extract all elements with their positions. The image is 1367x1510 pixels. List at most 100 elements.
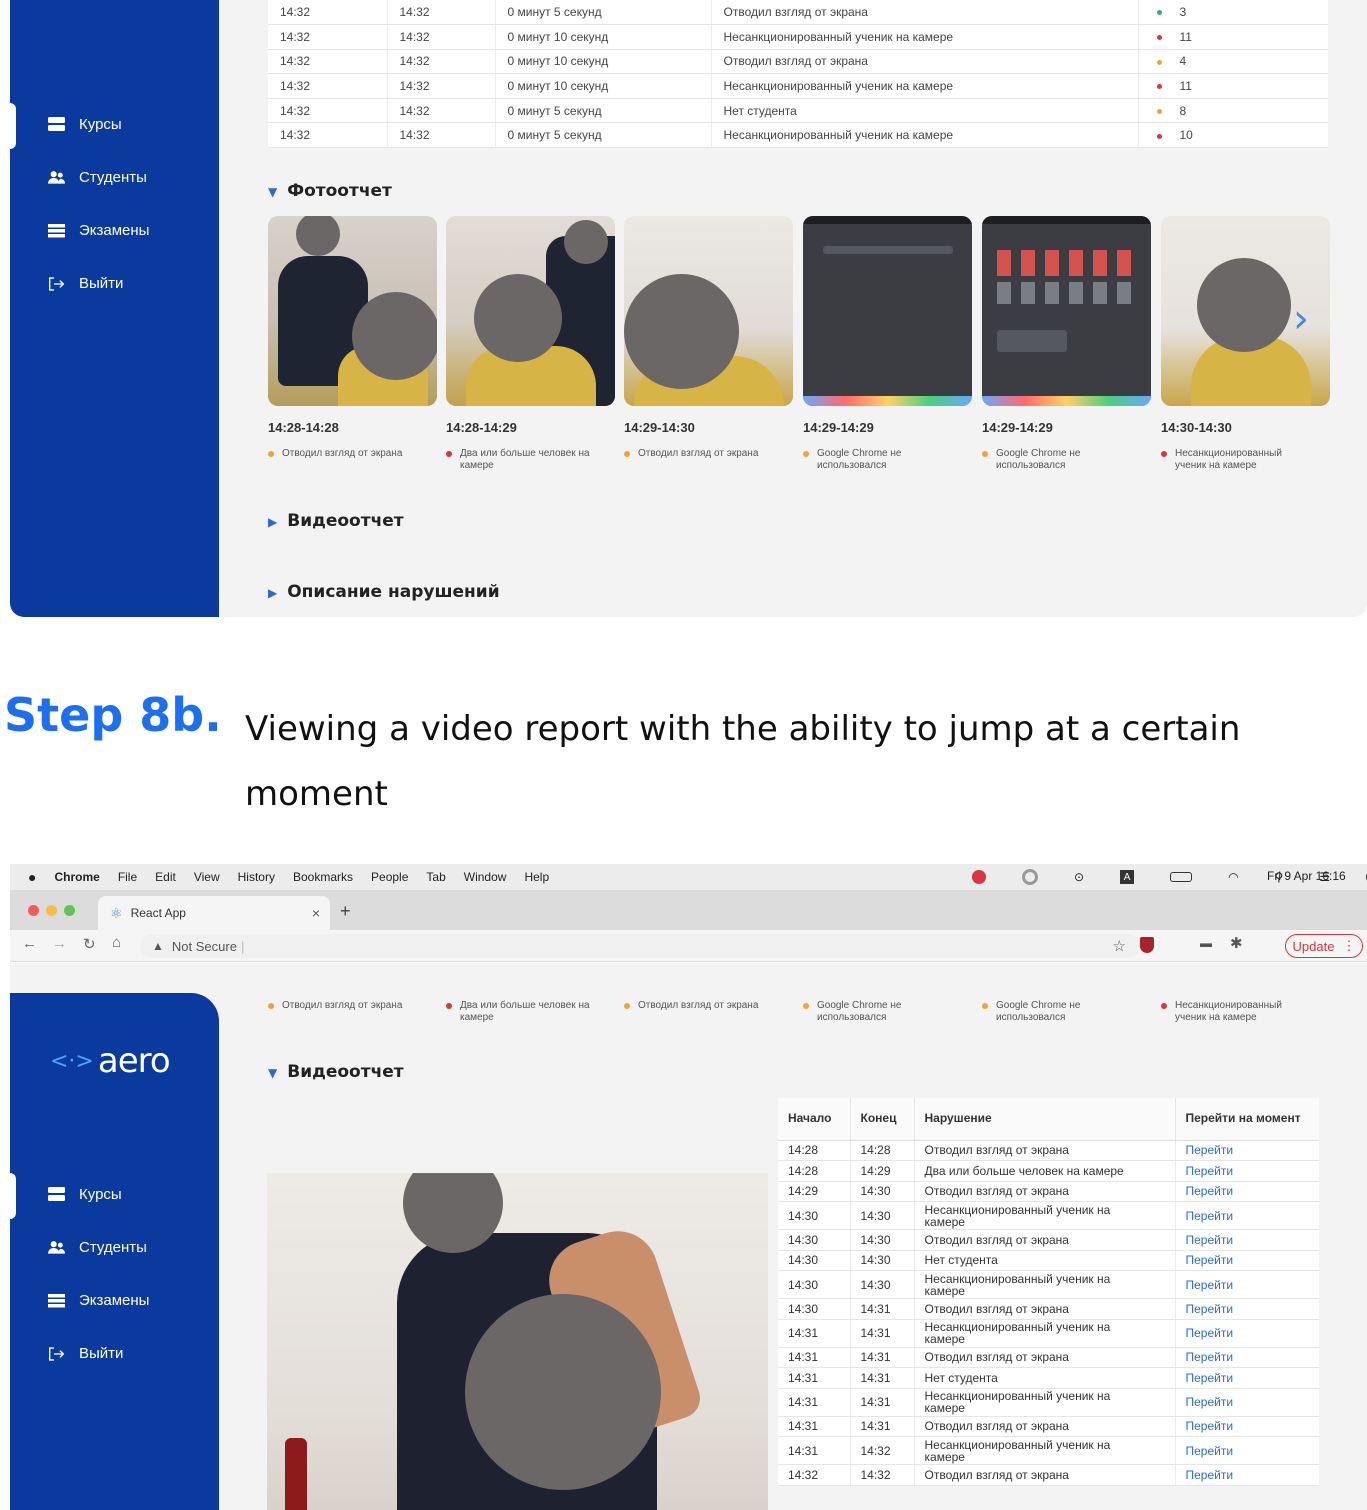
forward-icon[interactable]: → bbox=[52, 935, 67, 952]
jump-link[interactable]: Перейти bbox=[1175, 1140, 1319, 1161]
sidebar-item-students[interactable]: Студенты bbox=[10, 151, 219, 204]
back-icon[interactable]: ← bbox=[22, 935, 37, 952]
close-tab-icon[interactable]: × bbox=[312, 905, 320, 921]
menu-help[interactable]: Help bbox=[524, 870, 549, 884]
close-window-icon[interactable] bbox=[28, 905, 39, 916]
photo-violation: Отводил взгляд от экрана bbox=[268, 1000, 428, 1012]
update-button[interactable]: Update ⋮ bbox=[1285, 934, 1363, 958]
menu-chrome[interactable]: Chrome bbox=[54, 870, 99, 884]
table-row: 14:32 14:32 0 минут 5 секунд Отводил взгляд… bbox=[268, 0, 1328, 26]
photo-violation-text: Google Chrome не использовался bbox=[996, 448, 1081, 471]
menu-tab[interactable]: Tab bbox=[426, 870, 445, 884]
home-icon[interactable]: ⌂ bbox=[112, 934, 121, 951]
minimize-window-icon[interactable] bbox=[46, 905, 57, 916]
extension-icon[interactable]: ▬ bbox=[1200, 936, 1212, 950]
severity-dot-icon bbox=[446, 451, 452, 457]
jump-link[interactable]: Перейти bbox=[1175, 1181, 1319, 1202]
menu-edit[interactable]: Edit bbox=[155, 870, 176, 884]
photo-violation-text: Два или больше человек на камере bbox=[460, 1000, 590, 1023]
violation-cell: Несанкционированный ученик на камере bbox=[914, 1388, 1176, 1417]
extensions-puzzle-icon[interactable]: ✱ bbox=[1230, 934, 1243, 952]
sidebar-item-exams[interactable]: Экзамены bbox=[10, 204, 219, 257]
start-cell: 14:32 bbox=[268, 122, 388, 149]
violations-description-toggle[interactable]: ▶ Описание нарушений bbox=[268, 582, 500, 602]
photo-thumbnail[interactable] bbox=[446, 216, 615, 406]
jump-link[interactable]: Перейти bbox=[1175, 1201, 1319, 1230]
circle-icon[interactable]: ⊙ bbox=[1074, 870, 1084, 884]
end-cell: 14:31 bbox=[850, 1416, 915, 1437]
sidebar-item-label: Экзамены bbox=[79, 1292, 150, 1309]
video-report-toggle[interactable]: ▼ Видеоотчет bbox=[268, 1062, 404, 1082]
start-cell: 14:30 bbox=[778, 1229, 851, 1251]
courses-icon bbox=[48, 116, 65, 133]
photo-report-toggle[interactable]: ▼ Фотоотчет bbox=[268, 181, 392, 201]
photo-thumbnail[interactable] bbox=[624, 216, 793, 406]
photo-time: 14:28-14:29 bbox=[446, 420, 517, 435]
jump-link[interactable]: Перейти bbox=[1175, 1464, 1319, 1486]
sidebar-item-courses[interactable]: Курсы bbox=[10, 98, 219, 151]
severity-dot-icon bbox=[446, 1003, 452, 1009]
browser-tab[interactable]: ⚛ React App × bbox=[98, 896, 330, 930]
address-input[interactable]: ▲ Not Secure | ☆ bbox=[140, 934, 1140, 958]
bookmark-star-icon[interactable]: ☆ bbox=[1113, 937, 1126, 955]
count-cell: 11 bbox=[1138, 24, 1328, 50]
jump-link[interactable]: Перейти bbox=[1175, 1250, 1319, 1271]
sidebar-item-logout[interactable]: Выйти bbox=[10, 257, 219, 310]
new-tab-icon[interactable]: + bbox=[340, 901, 351, 922]
column-header: Начало bbox=[778, 1098, 851, 1141]
table-row: 14:32 14:32 0 минут 10 секунд Несанкциониро… bbox=[268, 24, 1328, 50]
menu-bookmarks[interactable]: Bookmarks bbox=[293, 870, 353, 884]
jump-link[interactable]: Перейти bbox=[1175, 1270, 1319, 1299]
jump-link[interactable]: Перейти bbox=[1175, 1347, 1319, 1368]
start-cell: 14:32 bbox=[268, 73, 388, 99]
jump-link[interactable]: Перейти bbox=[1175, 1436, 1319, 1465]
sidebar-item-logout[interactable]: Выйти bbox=[10, 1327, 219, 1380]
ublock-icon[interactable] bbox=[1140, 937, 1154, 953]
jump-link[interactable]: Перейти bbox=[1175, 1298, 1319, 1320]
menu-view[interactable]: View bbox=[194, 870, 220, 884]
severity-dot-icon bbox=[624, 1003, 630, 1009]
aero-logo[interactable]: <·> aero bbox=[50, 1041, 171, 1081]
severity-dot-icon bbox=[1156, 59, 1162, 65]
table-row: 14:30 14:30 Несанкционированный ученик на … bbox=[778, 1201, 1319, 1230]
menu-window[interactable]: Window bbox=[464, 870, 507, 884]
record-icon[interactable] bbox=[1022, 869, 1038, 885]
sidebar-item-label: Студенты bbox=[79, 1239, 147, 1256]
jump-link[interactable]: Перейти bbox=[1175, 1319, 1319, 1348]
jump-link[interactable]: Перейти bbox=[1175, 1416, 1319, 1437]
notification-badge-icon[interactable] bbox=[972, 870, 986, 884]
courses-icon bbox=[48, 1186, 65, 1203]
menu-file[interactable]: File bbox=[118, 870, 137, 884]
sidebar-item-exams[interactable]: Экзамены bbox=[10, 1274, 219, 1327]
jump-link[interactable]: Перейти bbox=[1175, 1367, 1319, 1389]
end-cell: 14:30 bbox=[850, 1229, 915, 1251]
input-source-icon[interactable]: A bbox=[1120, 870, 1135, 884]
reload-icon[interactable]: ↻ bbox=[83, 935, 96, 953]
jump-link[interactable]: Перейти bbox=[1175, 1388, 1319, 1417]
duration-cell: 0 минут 5 секунд bbox=[495, 98, 712, 124]
apple-icon[interactable]: ● bbox=[28, 869, 36, 885]
sidebar-item-courses[interactable]: Курсы bbox=[10, 1168, 219, 1221]
column-header: Перейти на момент bbox=[1175, 1098, 1319, 1141]
violation-cell: Отводил взгляд от экрана bbox=[914, 1416, 1176, 1437]
wifi-icon[interactable]: ◠ bbox=[1228, 870, 1238, 884]
menu-people[interactable]: People bbox=[371, 870, 408, 884]
photo-thumbnail[interactable] bbox=[982, 216, 1151, 406]
jump-link[interactable]: Перейти bbox=[1175, 1160, 1319, 1182]
sidebar-item-students[interactable]: Студенты bbox=[10, 1221, 219, 1274]
carousel-next-icon[interactable]: › bbox=[1293, 296, 1309, 342]
battery-icon[interactable] bbox=[1170, 872, 1193, 882]
students-icon bbox=[48, 1239, 65, 1256]
maximize-window-icon[interactable] bbox=[64, 905, 75, 916]
end-cell: 14:32 bbox=[387, 49, 496, 75]
photo-thumbnail[interactable] bbox=[268, 216, 437, 406]
video-player[interactable] bbox=[267, 1173, 768, 1510]
photo-thumbnail[interactable] bbox=[803, 216, 972, 406]
sidebar-item-label: Курсы bbox=[79, 1186, 122, 1203]
violation-cell: Несанкционированный ученик на камере bbox=[914, 1270, 1176, 1299]
violation-cell: Отводил взгляд от экрана bbox=[914, 1298, 1176, 1320]
menu-history[interactable]: History bbox=[238, 870, 275, 884]
video-report-toggle[interactable]: ▶ Видеоотчет bbox=[268, 511, 404, 531]
count-value: 8 bbox=[1179, 103, 1187, 118]
jump-link[interactable]: Перейти bbox=[1175, 1229, 1319, 1251]
